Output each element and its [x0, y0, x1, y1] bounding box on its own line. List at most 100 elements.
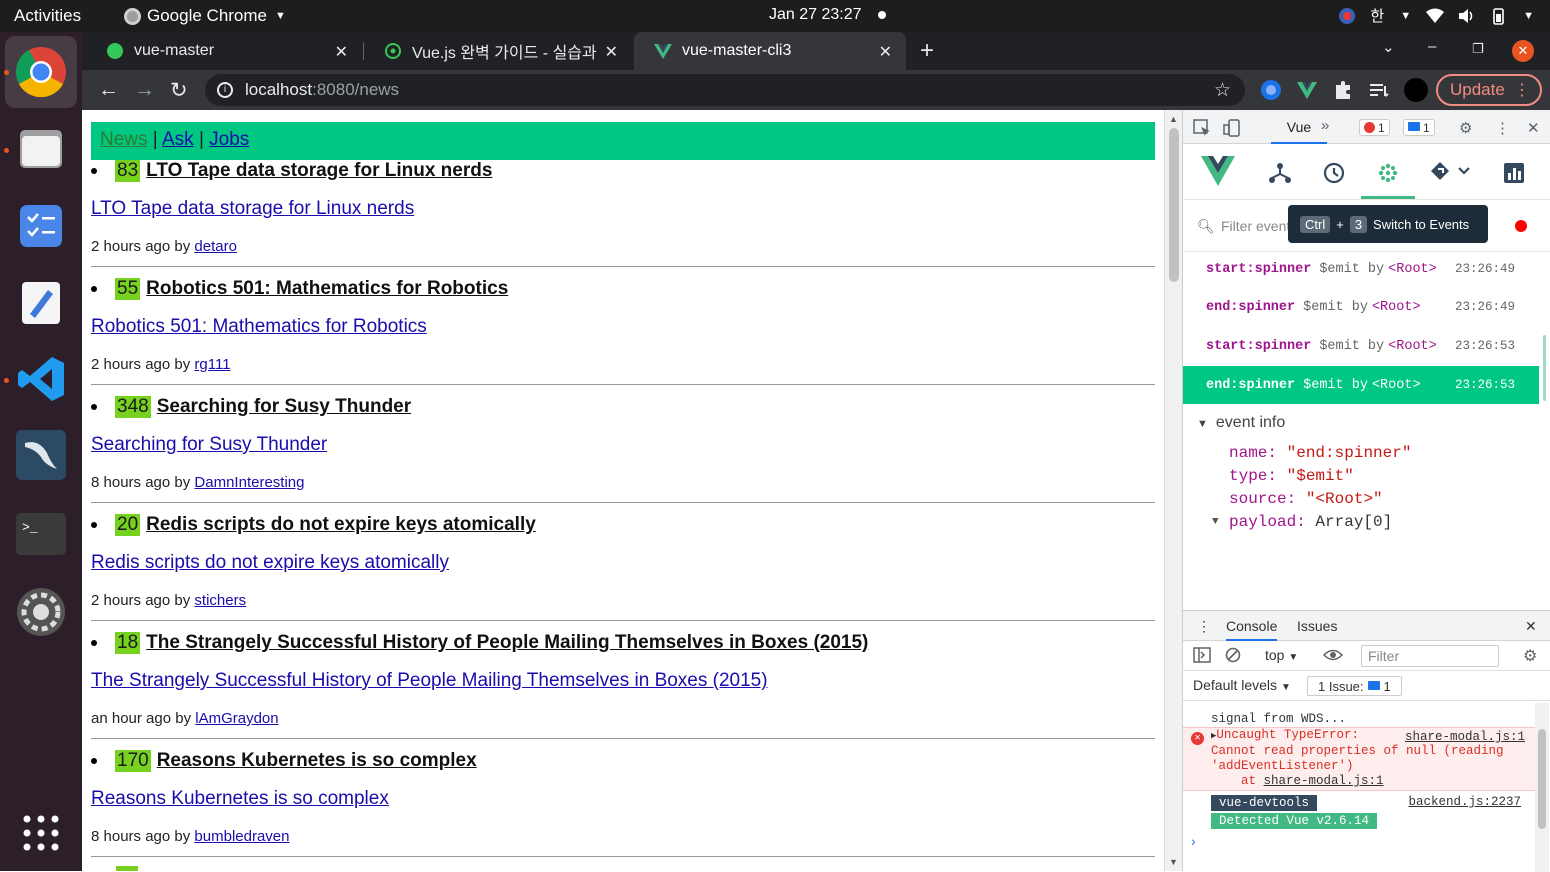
news-title[interactable]: Reasons Kubernetes is so complex: [157, 750, 477, 772]
new-tab-button[interactable]: +: [920, 37, 934, 65]
event-row[interactable]: end:spinner $emit by <Root> 23:26:49: [1183, 288, 1539, 326]
event-row-selected[interactable]: end:spinner $emit by <Root> 23:26:53: [1183, 366, 1539, 404]
input-method[interactable]: 한: [1370, 5, 1384, 26]
wifi-icon[interactable]: [1425, 7, 1445, 25]
site-info-icon[interactable]: i: [217, 82, 233, 98]
event-row[interactable]: start:spinner $emit by <Root> 23:26:53: [1183, 327, 1539, 365]
close-tab-icon[interactable]: ✕: [605, 42, 618, 62]
backend-source-link[interactable]: backend.js:2237: [1408, 795, 1521, 809]
news-user-link[interactable]: rg111: [194, 356, 230, 373]
page-scrollbar[interactable]: ▲ ▼: [1164, 110, 1182, 871]
tab-issues[interactable]: Issues: [1297, 618, 1337, 634]
message-count-badge[interactable]: 1: [1403, 119, 1435, 136]
news-link[interactable]: The Strangely Successful History of Peop…: [91, 670, 768, 692]
news-title[interactable]: Searching for Susy Thunder: [157, 396, 411, 418]
battery-icon[interactable]: [1489, 7, 1507, 25]
volume-icon[interactable]: [1457, 7, 1475, 25]
devtools-tab-vue[interactable]: Vue: [1271, 110, 1327, 144]
clear-console-icon[interactable]: [1225, 647, 1241, 666]
reload-button[interactable]: ↻: [170, 78, 188, 103]
tab-search-icon[interactable]: ⌄: [1382, 38, 1395, 56]
drawer-menu-icon[interactable]: ⋮: [1197, 618, 1211, 635]
dock-tasks[interactable]: [14, 199, 68, 253]
extension-blue-icon[interactable]: [1260, 79, 1282, 101]
window-close-button[interactable]: ✕: [1512, 40, 1534, 62]
scroll-down-arrow-icon[interactable]: ▼: [1169, 857, 1178, 867]
more-tabs-chevron-icon[interactable]: »: [1321, 117, 1339, 135]
performance-chart-icon[interactable]: [1501, 160, 1527, 186]
record-events-icon[interactable]: [1515, 220, 1527, 232]
news-user-link[interactable]: lAmGraydon: [195, 710, 278, 727]
news-link[interactable]: LTO Tape data storage for Linux nerds: [91, 198, 414, 220]
error-count-badge[interactable]: 1: [1359, 119, 1390, 136]
context-select[interactable]: top ▼: [1265, 647, 1298, 663]
news-title[interactable]: Robotics 501: Mathematics for Robotics: [146, 278, 508, 300]
inspect-element-icon[interactable]: [1193, 119, 1211, 137]
sidebar-toggle-icon[interactable]: [1193, 647, 1211, 666]
maximize-button[interactable]: ❐: [1472, 41, 1484, 57]
news-user-link[interactable]: bumbledraven: [194, 828, 289, 845]
profile-avatar[interactable]: [1404, 78, 1428, 102]
dock-show-apps[interactable]: [14, 806, 68, 860]
news-user-link[interactable]: stichers: [194, 592, 246, 609]
dock-vscode[interactable]: [14, 352, 68, 406]
extensions-puzzle-icon[interactable]: [1332, 79, 1354, 101]
console-scrollbar[interactable]: [1535, 703, 1549, 872]
app-menu[interactable]: Google Chrome ▼: [124, 6, 286, 26]
close-tab-icon[interactable]: ✕: [335, 42, 348, 62]
news-user-link[interactable]: DamnInteresting: [194, 474, 304, 491]
devtools-settings-gear-icon[interactable]: ⚙: [1459, 119, 1477, 137]
event-info-header[interactable]: ▼ event info: [1197, 414, 1285, 432]
event-row[interactable]: start:spinner $emit by <Root> 23:26:49: [1183, 250, 1539, 288]
back-button[interactable]: ←: [98, 78, 119, 102]
tab-vue-master[interactable]: vue-master ✕: [86, 32, 362, 70]
activities-button[interactable]: Activities: [14, 6, 81, 26]
minimize-button[interactable]: –: [1428, 38, 1436, 55]
console-error-message[interactable]: ✕ ▶Uncaught TypeError: share-modal.js:1 …: [1183, 727, 1535, 791]
keyboard-indicator-icon[interactable]: [1338, 7, 1356, 25]
nav-news-link[interactable]: News: [100, 129, 148, 150]
filter-events-input[interactable]: Filter event: [1221, 218, 1290, 234]
close-tab-icon[interactable]: ✕: [879, 42, 892, 62]
tab-vue-master-cli3[interactable]: vue-master-cli3 ✕: [634, 32, 906, 70]
news-link[interactable]: Reasons Kubernetes is so complex: [91, 788, 389, 810]
devtools-more-icon[interactable]: ⋮: [1495, 119, 1513, 137]
dock-terminal[interactable]: >_: [14, 507, 68, 561]
news-link[interactable]: Robotics 501: Mathematics for Robotics: [91, 316, 427, 338]
system-tray[interactable]: 한 ▼ ▼: [1338, 5, 1534, 26]
close-devtools-icon[interactable]: ✕: [1527, 119, 1545, 137]
dock-text-editor[interactable]: [14, 276, 68, 330]
live-expression-eye-icon[interactable]: [1322, 647, 1344, 666]
clock[interactable]: Jan 27 23:27: [769, 6, 886, 24]
dock-settings[interactable]: [14, 585, 68, 639]
news-user-link[interactable]: detaro: [194, 238, 237, 255]
events-icon[interactable]: [1375, 160, 1401, 186]
error-source-link[interactable]: share-modal.js:1: [1405, 730, 1525, 745]
news-link[interactable]: Redis scripts do not expire keys atomica…: [91, 552, 449, 574]
news-title[interactable]: The Strangely Successful History of Peop…: [146, 632, 868, 654]
dock-files[interactable]: [14, 122, 68, 176]
vue-devtools-extension-icon[interactable]: [1296, 79, 1318, 101]
console-filter-input[interactable]: Filter: [1361, 645, 1499, 667]
news-link[interactable]: Searching for Susy Thunder: [91, 434, 327, 456]
news-title[interactable]: LTO Tape data storage for Linux nerds: [146, 160, 492, 182]
tab-console[interactable]: Console: [1226, 618, 1278, 641]
update-button[interactable]: Update ⋮: [1436, 74, 1542, 106]
prop-payload[interactable]: ▼ payload: Array[0]: [1212, 513, 1392, 531]
router-icon[interactable]: [1429, 160, 1470, 186]
address-bar[interactable]: i localhost :8080/news ☆: [205, 74, 1245, 106]
nav-jobs-link[interactable]: Jobs: [209, 129, 249, 150]
console-settings-gear-icon[interactable]: ⚙: [1523, 646, 1537, 666]
tab-vue-guide[interactable]: Vue.js 완벽 가이드 - 실습과 ✕: [364, 32, 632, 70]
events-scrollbar[interactable]: [1543, 335, 1546, 401]
vuex-history-icon[interactable]: [1321, 160, 1347, 186]
default-levels-select[interactable]: Default levels ▼: [1193, 677, 1291, 693]
components-tree-icon[interactable]: [1267, 160, 1293, 186]
close-drawer-icon[interactable]: ✕: [1525, 618, 1537, 635]
bookmark-star-icon[interactable]: ☆: [1214, 79, 1231, 102]
issues-button[interactable]: 1 Issue: 1: [1307, 676, 1402, 696]
forward-button[interactable]: →: [134, 78, 155, 102]
nav-ask-link[interactable]: Ask: [162, 129, 194, 150]
scroll-up-arrow-icon[interactable]: ▲: [1169, 114, 1178, 124]
scrollbar-thumb[interactable]: [1538, 729, 1546, 829]
